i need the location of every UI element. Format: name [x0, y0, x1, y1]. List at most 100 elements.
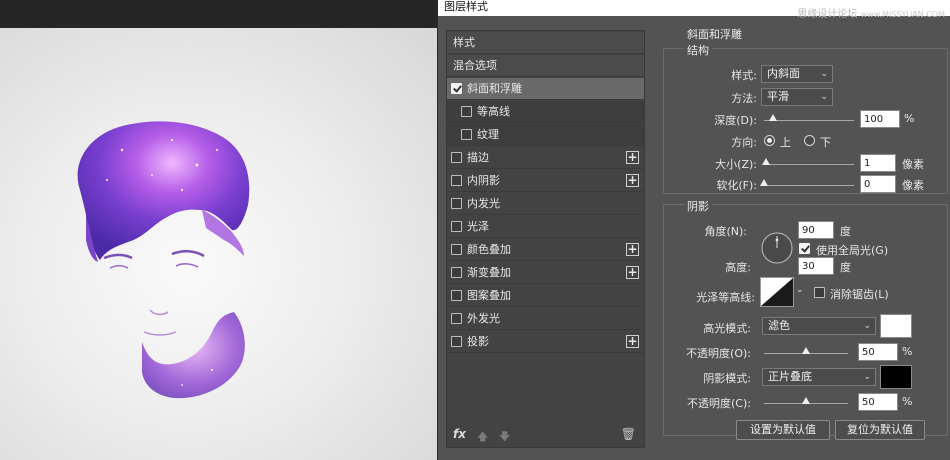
add-style-plus-icon[interactable]: +	[626, 335, 639, 348]
size-slider[interactable]	[761, 158, 854, 165]
angle-label: 角度(N):	[704, 225, 747, 238]
angle-unit: 度	[840, 225, 851, 238]
highlight-mode-select[interactable]: 滤色 ⌄	[762, 317, 876, 335]
depth-slider[interactable]	[764, 114, 854, 121]
technique-label: 方法:	[731, 92, 757, 105]
highlight-mode-label: 高光模式:	[703, 322, 751, 335]
direction-label: 方向:	[731, 136, 757, 149]
style-item-4[interactable]: 纹理	[447, 124, 644, 146]
style-item-checkbox[interactable]	[461, 129, 472, 140]
soften-slider[interactable]	[760, 179, 854, 186]
style-item-checkbox[interactable]	[461, 106, 472, 117]
style-item-12[interactable]: 外发光	[447, 308, 644, 330]
depth-label: 深度(D):	[714, 114, 757, 127]
style-item-6[interactable]: 内阴影 +	[447, 170, 644, 192]
size-input[interactable]: 1	[860, 154, 896, 172]
style-item-checkbox[interactable]	[451, 175, 462, 186]
shading-legend: 阴影	[684, 198, 712, 214]
style-item-checkbox[interactable]	[451, 313, 462, 324]
style-item-checkbox[interactable]	[451, 221, 462, 232]
altitude-unit: 度	[840, 261, 851, 274]
shadow-opacity-thumb[interactable]	[802, 397, 810, 404]
depth-input[interactable]: 100	[860, 110, 900, 128]
shadow-opacity-input[interactable]: 50	[858, 393, 898, 411]
style-item-label: 内阴影	[467, 174, 500, 187]
soften-input[interactable]: 0	[860, 175, 896, 193]
highlight-opacity-label: 不透明度(O):	[686, 347, 751, 360]
arrow-up-icon[interactable]: 🡅	[477, 428, 488, 447]
style-item-label: 斜面和浮雕	[467, 82, 522, 95]
depth-slider-thumb[interactable]	[769, 114, 777, 121]
add-style-plus-icon[interactable]: +	[626, 151, 639, 164]
chevron-down-icon: ⌄	[863, 321, 871, 331]
shadow-mode-label: 阴影模式:	[703, 372, 751, 385]
dialog-titlebar[interactable]: 图层样式 思缘设计论坛 www.MISSYUAN.COM	[438, 0, 950, 20]
document-canvas[interactable]	[0, 0, 437, 460]
watermark-url: www.MISSYUAN.COM	[860, 10, 945, 19]
soften-slider-thumb[interactable]	[760, 179, 768, 186]
shadow-color-swatch[interactable]	[880, 365, 912, 389]
soften-unit: 像素	[902, 179, 924, 192]
shadow-mode-value: 正片叠底	[768, 370, 812, 383]
angle-dial[interactable]	[760, 231, 794, 265]
style-item-label: 外发光	[467, 312, 500, 325]
shadow-opacity-slider[interactable]	[764, 397, 848, 404]
style-label: 样式:	[731, 69, 757, 82]
size-slider-thumb[interactable]	[761, 158, 770, 165]
style-item-checkbox[interactable]	[451, 290, 462, 301]
shadow-mode-select[interactable]: 正片叠底 ⌄	[762, 368, 876, 386]
style-item-label: 渐变叠加	[467, 266, 511, 279]
style-item-5[interactable]: 描边 +	[447, 147, 644, 169]
style-item-label: 混合选项	[453, 59, 497, 72]
style-item-2[interactable]: 斜面和浮雕	[447, 78, 644, 100]
style-item-label: 纹理	[477, 128, 499, 141]
highlight-opacity-thumb[interactable]	[802, 347, 810, 354]
technique-select[interactable]: 平滑 ⌄	[761, 88, 833, 106]
style-item-7[interactable]: 内发光	[447, 193, 644, 215]
style-item-8[interactable]: 光泽	[447, 216, 644, 238]
altitude-label: 高度:	[725, 261, 751, 274]
soften-label: 软化(F):	[716, 179, 757, 192]
direction-up-radio[interactable]	[764, 135, 775, 146]
make-default-button[interactable]: 设置为默认值	[736, 420, 830, 440]
highlight-opacity-input[interactable]: 50	[858, 343, 898, 361]
style-item-checkbox[interactable]	[451, 198, 462, 209]
style-item-11[interactable]: 图案叠加	[447, 285, 644, 307]
style-item-1[interactable]: 混合选项	[447, 55, 644, 77]
style-item-3[interactable]: 等高线	[447, 101, 644, 123]
reset-default-button[interactable]: 复位为默认值	[835, 420, 925, 440]
gloss-contour-preview[interactable]	[760, 277, 794, 307]
highlight-opacity-unit: %	[902, 345, 913, 358]
highlight-color-swatch[interactable]	[880, 314, 912, 338]
highlight-opacity-slider[interactable]	[764, 347, 848, 354]
direction-down-radio[interactable]	[804, 135, 815, 146]
style-item-checkbox[interactable]	[451, 267, 462, 278]
watermark: 思缘设计论坛 www.MISSYUAN.COM	[797, 5, 945, 20]
style-item-checkbox[interactable]	[451, 83, 462, 94]
style-item-0[interactable]: 样式	[447, 32, 644, 54]
global-light-checkbox[interactable]	[799, 243, 810, 254]
chevron-down-icon: ⌄	[863, 372, 871, 382]
shading-group: 阴影 角度(N): 90 度 使用全局光(G) 高度: 30 度 光泽等高线:	[663, 198, 948, 436]
fx-icon[interactable]: fx	[453, 427, 466, 441]
chevron-down-icon[interactable]: ⌄	[796, 285, 804, 295]
style-select[interactable]: 内斜面 ⌄	[761, 65, 833, 83]
add-style-plus-icon[interactable]: +	[626, 174, 639, 187]
style-item-checkbox[interactable]	[451, 152, 462, 163]
style-item-10[interactable]: 渐变叠加 +	[447, 262, 644, 284]
arrow-down-icon[interactable]: 🡇	[499, 428, 510, 447]
chevron-down-icon: ⌄	[820, 92, 828, 102]
global-light-label: 使用全局光(G)	[816, 244, 889, 257]
style-item-checkbox[interactable]	[451, 336, 462, 347]
anti-alias-checkbox[interactable]	[814, 287, 825, 298]
style-item-checkbox[interactable]	[451, 244, 462, 255]
angle-input[interactable]: 90	[798, 221, 834, 239]
galaxy-portrait-image	[77, 121, 250, 399]
trash-icon[interactable]: 🗑	[621, 427, 636, 441]
depth-unit: %	[904, 112, 915, 125]
style-item-13[interactable]: 投影 +	[447, 331, 644, 353]
style-item-9[interactable]: 颜色叠加 +	[447, 239, 644, 261]
altitude-input[interactable]: 30	[798, 257, 834, 275]
add-style-plus-icon[interactable]: +	[626, 243, 639, 256]
add-style-plus-icon[interactable]: +	[626, 266, 639, 279]
